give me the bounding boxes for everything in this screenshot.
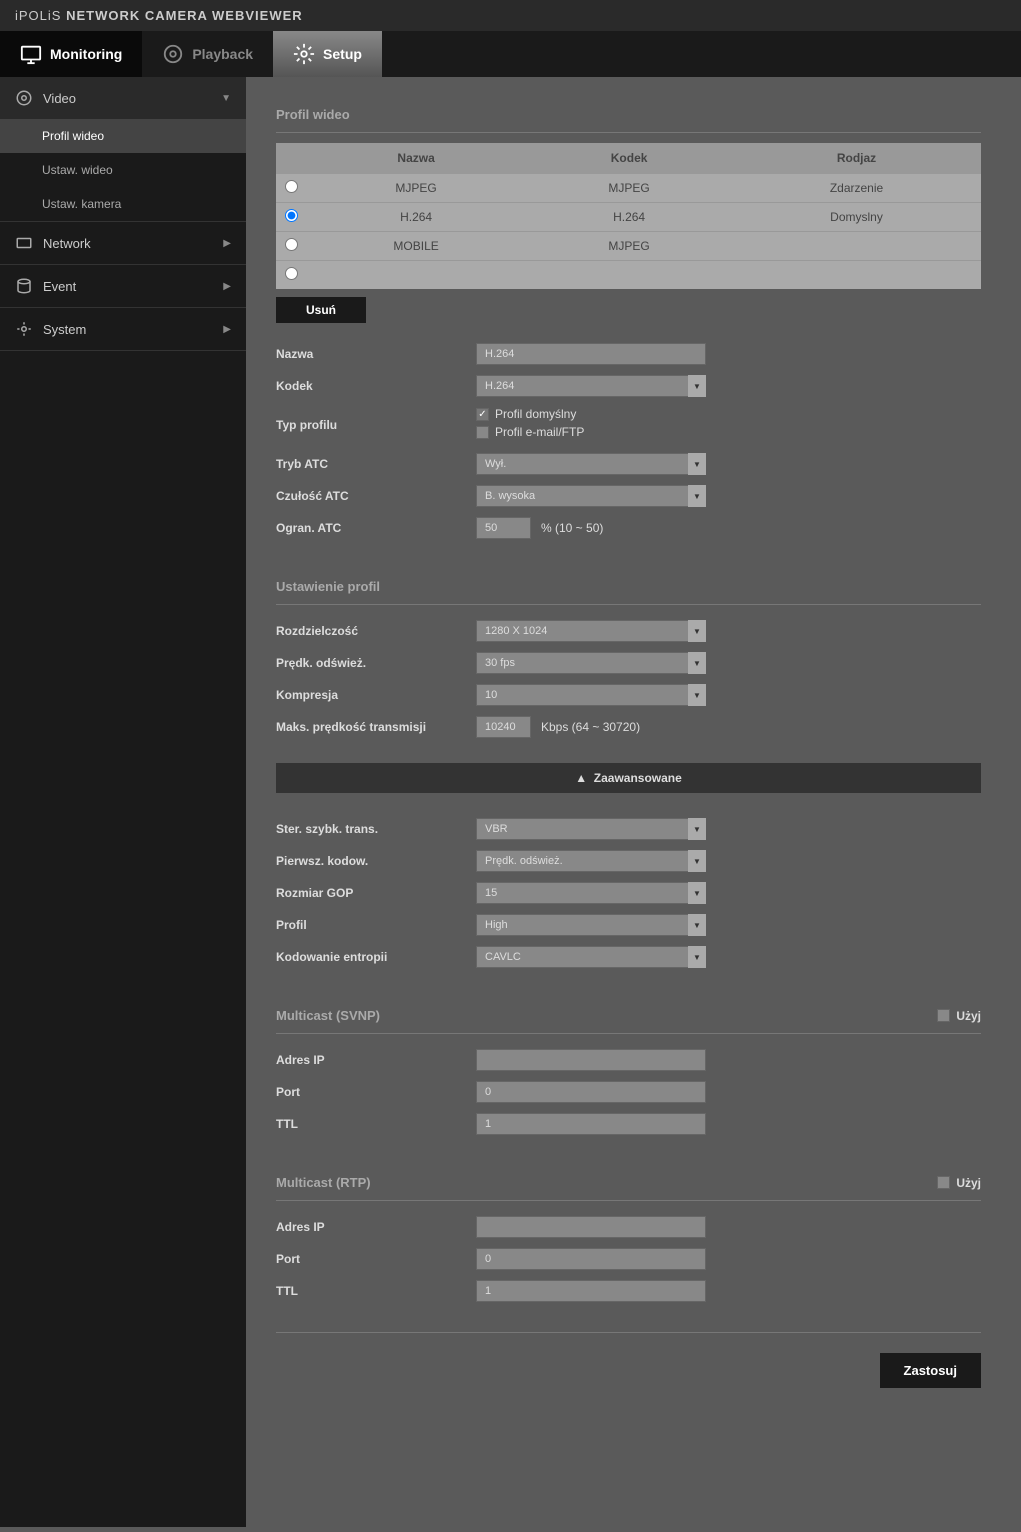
event-icon [15,277,33,295]
entropy-label: Kodowanie entropii [276,950,476,964]
chevron-right-icon: ▶ [223,324,231,335]
chevron-right-icon: ▶ [223,238,231,249]
resolution-label: Rozdzielczość [276,624,476,638]
framerate-select[interactable] [476,652,706,674]
col-codec: Kodek [526,143,732,174]
profile-label: Profil [276,918,476,932]
sidebar-network[interactable]: Network ▶ [0,222,246,264]
entropy-select[interactable] [476,946,706,968]
rtp-ttl-input[interactable] [476,1280,706,1302]
playback-icon [162,43,184,65]
rtp-ip-input[interactable] [476,1216,706,1238]
rtp-ip-label: Adres IP [276,1220,476,1234]
bitratectl-select[interactable] [476,818,706,840]
sidebar-system[interactable]: System ▶ [0,308,246,350]
delete-button[interactable]: Usuń [276,297,366,323]
advanced-toggle[interactable]: ▲ Zaawansowane [276,763,981,793]
col-name: Nazwa [306,143,526,174]
table-row[interactable]: MJPEG MJPEG Zdarzenie [276,174,981,203]
svnp-ttl-input[interactable] [476,1113,706,1135]
profiletype-label: Typ profilu [276,418,476,432]
table-row[interactable] [276,261,981,290]
chevron-down-icon: ▼ [221,93,231,104]
atcsens-label: Czułość ATC [276,489,476,503]
profile-radio[interactable] [285,238,298,251]
table-row[interactable]: H.264 H.264 Domyslny [276,203,981,232]
col-type: Rodjaz [732,143,981,174]
video-icon [15,89,33,107]
sidebar-video[interactable]: Video ▼ [0,77,246,119]
section-title-multicast-svnp: Multicast (SVNP) Użyj [276,998,981,1034]
svnp-ip-label: Adres IP [276,1053,476,1067]
bitratectl-label: Ster. szybk. trans. [276,822,476,836]
gear-icon [293,43,315,65]
compression-label: Kompresja [276,688,476,702]
default-profile-checkbox[interactable]: ✓ [476,408,489,421]
resolution-select[interactable] [476,620,706,642]
main-tabs: Monitoring Playback Setup [0,31,1021,77]
name-input[interactable] [476,343,706,365]
maxbitrate-hint: Kbps (64 ~ 30720) [541,720,640,734]
section-title-ustawienie: Ustawienie profil [276,569,981,605]
rtp-use-checkbox[interactable] [937,1176,950,1189]
atcmode-label: Tryb ATC [276,457,476,471]
section-title-profil: Profil wideo [276,97,981,133]
encprio-select[interactable] [476,850,706,872]
maxbitrate-label: Maks. prędkość transmisji [276,720,476,734]
profile-radio[interactable] [285,209,298,222]
codec-select[interactable] [476,375,706,397]
sidebar-item-ustaw-kamera[interactable]: Ustaw. kamera [0,187,246,221]
svnp-ip-input[interactable] [476,1049,706,1071]
caret-up-icon: ▲ [575,771,587,785]
network-icon [15,234,33,252]
compression-select[interactable] [476,684,706,706]
rtp-ttl-label: TTL [276,1284,476,1298]
encprio-label: Pierwsz. kodow. [276,854,476,868]
apply-button[interactable]: Zastosuj [880,1353,981,1388]
main-content: Profil wideo Nazwa Kodek Rodjaz MJPEG MJ… [246,77,1021,1527]
codec-label: Kodek [276,379,476,393]
profile-table: Nazwa Kodek Rodjaz MJPEG MJPEG Zdarzenie… [276,143,981,289]
tab-playback[interactable]: Playback [142,31,273,77]
profile-radio[interactable] [285,267,298,280]
system-icon [15,320,33,338]
monitor-icon [20,43,42,65]
atclimit-hint: % (10 ~ 50) [541,521,603,535]
sidebar-item-profil-wideo[interactable]: Profil wideo [0,119,246,153]
rtp-port-input[interactable] [476,1248,706,1270]
profile-select[interactable] [476,914,706,936]
svnp-port-label: Port [276,1085,476,1099]
name-label: Nazwa [276,347,476,361]
svnp-port-input[interactable] [476,1081,706,1103]
svnp-use-checkbox[interactable] [937,1009,950,1022]
section-title-multicast-rtp: Multicast (RTP) Użyj [276,1165,981,1201]
framerate-label: Prędk. odśwież. [276,656,476,670]
svnp-ttl-label: TTL [276,1117,476,1131]
chevron-right-icon: ▶ [223,281,231,292]
email-profile-checkbox[interactable] [476,426,489,439]
sidebar: Video ▼ Profil wideo Ustaw. wideo Ustaw.… [0,77,246,1527]
sidebar-item-ustaw-wideo[interactable]: Ustaw. wideo [0,153,246,187]
maxbitrate-input[interactable] [476,716,531,738]
table-row[interactable]: MOBILE MJPEG [276,232,981,261]
gop-label: Rozmiar GOP [276,886,476,900]
atclimit-input[interactable] [476,517,531,539]
atclimit-label: Ogran. ATC [276,521,476,535]
tab-monitoring[interactable]: Monitoring [0,31,142,77]
tab-setup[interactable]: Setup [273,31,382,77]
atcsens-select[interactable] [476,485,706,507]
atcmode-select[interactable] [476,453,706,475]
sidebar-event[interactable]: Event ▶ [0,265,246,307]
brand-text: iPOLiS NETWORK CAMERA WEBVIEWER [15,8,303,23]
gop-select[interactable] [476,882,706,904]
rtp-port-label: Port [276,1252,476,1266]
app-header: iPOLiS NETWORK CAMERA WEBVIEWER [0,0,1021,31]
profile-radio[interactable] [285,180,298,193]
